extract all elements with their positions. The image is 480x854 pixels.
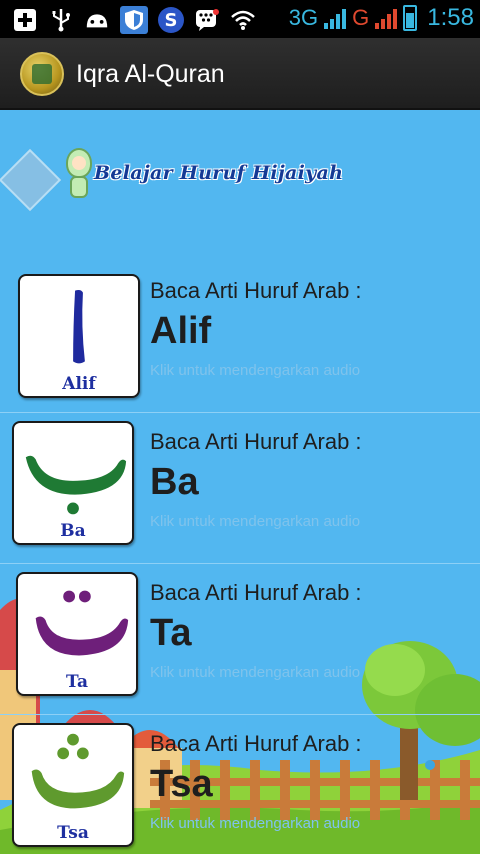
banner-title: Belajar Huruf Hijaiyah <box>94 162 344 184</box>
row-heading: Baca Arti Huruf Arab : <box>150 429 362 454</box>
usb-icon <box>48 7 74 33</box>
letter-name: Alif <box>150 310 212 352</box>
letter-card-ba[interactable]: Ba <box>12 421 134 545</box>
letter-name: Ta <box>150 612 192 654</box>
status-right: 3G G 1:58 <box>289 4 474 32</box>
app-title: Iqra Al-Quran <box>76 60 225 88</box>
list-item-ba[interactable]: Ba Baca Arti Huruf Arab : Ba Klik untuk … <box>0 413 480 564</box>
letter-name: Tsa <box>150 763 213 805</box>
letter-card-alif[interactable]: Alif <box>18 274 140 398</box>
signal-2-icon <box>375 7 398 29</box>
network-3g-label: 3G <box>288 5 319 30</box>
section-banner: Belajar Huruf Hijaiyah <box>0 146 368 212</box>
add-icon <box>12 7 38 33</box>
letter-caption: Alif <box>62 374 96 394</box>
shield-icon <box>120 6 148 34</box>
row-heading: Baca Arti Huruf Arab : <box>150 580 362 605</box>
android-icon <box>84 7 110 33</box>
letter-caption: Tsa <box>57 823 89 843</box>
letter-card-ta[interactable]: Ta <box>16 572 138 696</box>
letter-list: Alif Baca Arti Huruf Arab : Alif Klik un… <box>0 262 480 854</box>
ba-glyph-icon <box>25 455 127 515</box>
letter-card-tsa[interactable]: Tsa <box>12 723 134 847</box>
arabic-letters-diamond-icon <box>0 148 62 212</box>
row-hint: Klik untuk mendengarkan audio <box>150 513 361 530</box>
list-item-tsa[interactable]: Tsa Baca Arti Huruf Arab : Tsa Klik untu… <box>0 715 480 854</box>
app-bar: Iqra Al-Quran <box>0 38 480 110</box>
row-hint: Klik untuk mendengarkan audio <box>150 362 361 379</box>
row-hint: Klik untuk mendengarkan audio <box>150 815 361 832</box>
letter-name: Ba <box>150 461 199 503</box>
ta-glyph-icon <box>35 590 129 656</box>
tsa-glyph-icon <box>31 733 125 809</box>
wifi-icon <box>230 7 256 33</box>
list-item-ta[interactable]: Ta Baca Arti Huruf Arab : Ta Klik untuk … <box>0 564 480 715</box>
alif-glyph-icon <box>73 289 85 364</box>
signal-1-icon <box>324 7 347 29</box>
row-heading: Baca Arti Huruf Arab : <box>150 731 362 756</box>
status-bar: S 3G G 1:58 <box>0 0 480 38</box>
list-item-alif[interactable]: Alif Baca Arti Huruf Arab : Alif Klik un… <box>0 262 480 413</box>
letter-caption: Ta <box>65 672 89 692</box>
girl-character-icon <box>60 146 96 204</box>
content-area[interactable]: Belajar Huruf Hijaiyah Alif Baca Arti Hu… <box>0 110 480 854</box>
clock: 1:58 <box>427 4 474 31</box>
bbm-icon <box>194 7 220 33</box>
notification-icons: S <box>12 6 256 34</box>
letter-caption: Ba <box>60 521 86 541</box>
s-app-icon: S <box>158 7 184 33</box>
network-g-label: G <box>352 5 370 30</box>
quran-logo-icon[interactable] <box>20 52 64 96</box>
row-heading: Baca Arti Huruf Arab : <box>150 278 362 303</box>
row-hint: Klik untuk mendengarkan audio <box>150 664 361 681</box>
battery-icon <box>403 5 418 31</box>
